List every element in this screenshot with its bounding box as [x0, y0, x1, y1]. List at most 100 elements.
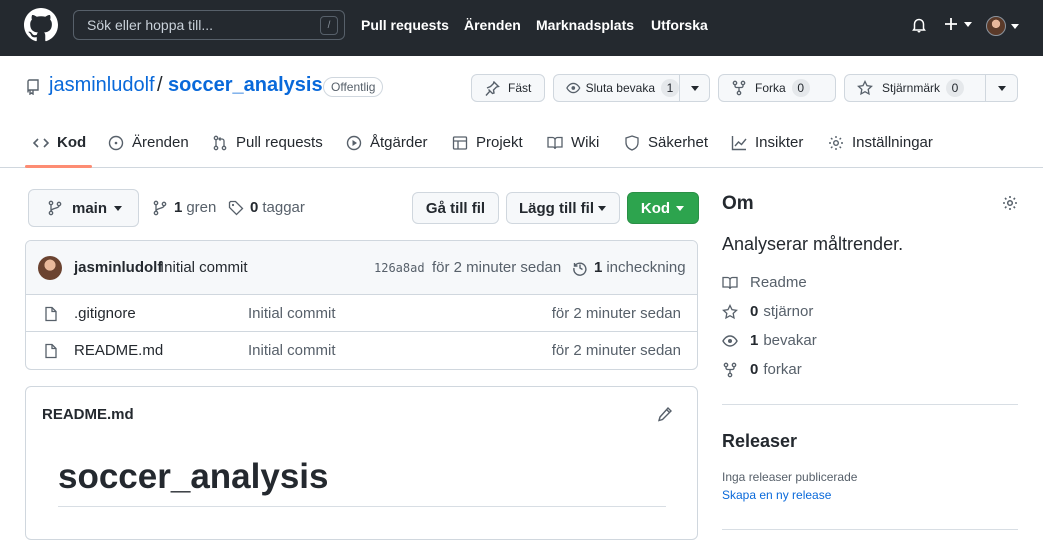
star-label: Stjärnmärk [882, 81, 941, 95]
code-button[interactable]: Kod [627, 192, 699, 224]
star-lists-dropdown[interactable] [985, 75, 1017, 101]
pin-label: Fäst [508, 81, 532, 95]
file-commit-message[interactable]: Initial commit [248, 342, 336, 359]
releases-heading[interactable]: Releaser [722, 431, 797, 452]
table-row[interactable]: README.md Initial commit för 2 minuter s… [26, 332, 697, 369]
tags-link[interactable]: 0 taggar [228, 199, 305, 216]
bell-icon[interactable] [911, 17, 927, 33]
git-branch-icon [153, 200, 167, 215]
forks-link[interactable]: 0 forkar [722, 361, 802, 378]
code-icon [33, 137, 49, 148]
visibility-badge: Offentlig [323, 77, 384, 97]
gear-icon[interactable] [1002, 195, 1018, 211]
tab-insights[interactable]: Insikter [731, 134, 803, 151]
tab-wiki[interactable]: Wiki [547, 134, 599, 151]
tags-label: taggar [262, 199, 305, 216]
readme-filename[interactable]: README.md [42, 406, 134, 423]
file-commit-time: för 2 minuter sedan [551, 342, 681, 359]
watch-dropdown[interactable] [679, 75, 709, 101]
create-new-menu[interactable] [944, 17, 973, 31]
search-shortcut-key: / [320, 16, 338, 35]
tab-code[interactable]: Kod [33, 134, 86, 151]
active-tab-underline [25, 165, 92, 168]
nav-pull-requests[interactable]: Pull requests [361, 17, 449, 33]
watchers-link[interactable]: 1 bevakar [722, 332, 817, 349]
avatar [986, 16, 1006, 36]
divider [58, 506, 666, 507]
latest-commit-bar: jasminludolf Initial commit 126a8ad för … [26, 241, 697, 295]
search-input[interactable]: Sök eller hoppa till... / [73, 10, 345, 40]
user-menu[interactable] [986, 16, 1020, 36]
tab-security[interactable]: Säkerhet [624, 134, 708, 151]
table-row[interactable]: .gitignore Initial commit för 2 minuter … [26, 295, 697, 332]
fork-button[interactable]: Forka 0 [718, 74, 836, 102]
file-icon [45, 306, 57, 322]
fork-count: 0 [791, 79, 810, 97]
shield-icon [625, 134, 639, 151]
about-heading: Om [722, 193, 754, 214]
fork-label: Forka [755, 81, 786, 95]
create-release-link[interactable]: Skapa en ny release [722, 488, 831, 502]
star-button[interactable]: Stjärnmärk 0 [844, 74, 1018, 102]
graph-icon [731, 135, 747, 150]
readme-link[interactable]: Readme [722, 274, 807, 291]
nav-explore[interactable]: Utforska [651, 17, 708, 33]
add-file-label: Lägg till fil [519, 199, 594, 217]
github-logo-icon[interactable] [24, 8, 58, 42]
commits-count: 1 [594, 259, 603, 276]
watchers-count: 1 [750, 332, 759, 349]
stars-count: 0 [750, 303, 759, 320]
branch-selector[interactable]: main [28, 189, 139, 227]
book-icon [547, 136, 563, 149]
tab-issues[interactable]: Ärenden [108, 134, 189, 151]
commits-label: incheckning [606, 259, 686, 276]
branches-link[interactable]: 1 gren [152, 199, 216, 216]
nav-marketplace[interactable]: Marknadsplats [536, 17, 634, 33]
issue-icon [108, 135, 124, 150]
caret-down-icon [690, 86, 699, 91]
branch-name: main [72, 199, 108, 217]
file-name[interactable]: .gitignore [74, 305, 136, 322]
caret-down-icon [114, 206, 123, 211]
pull-request-icon [213, 135, 227, 150]
forks-count: 0 [750, 361, 759, 378]
pin-icon [485, 81, 500, 96]
tab-settings[interactable]: Inställningar [828, 134, 933, 151]
watchers-label: bevakar [763, 332, 817, 349]
caret-down-icon [598, 206, 606, 211]
tab-projects[interactable]: Projekt [452, 134, 523, 151]
tab-pull-requests[interactable]: Pull requests [212, 134, 323, 151]
avatar[interactable] [38, 256, 62, 280]
file-list: jasminludolf Initial commit 126a8ad för … [25, 240, 698, 370]
watch-button[interactable]: Sluta bevaka 1 [553, 74, 710, 102]
star-count: 0 [946, 79, 965, 97]
pin-button[interactable]: Fäst [471, 74, 545, 102]
stars-label: stjärnor [763, 303, 814, 320]
global-header: Sök eller hoppa till... / Pull requests … [0, 0, 1043, 56]
stars-link[interactable]: 0 stjärnor [722, 303, 813, 320]
file-commit-message[interactable]: Initial commit [248, 305, 336, 322]
repo-name-link[interactable]: soccer_analysis [168, 74, 323, 97]
branches-label: gren [186, 199, 217, 216]
watch-label: Sluta bevaka [585, 81, 655, 95]
go-to-file-button[interactable]: Gå till fil [412, 192, 499, 224]
tab-actions[interactable]: Åtgärder [346, 134, 428, 151]
repo-tabs: Kod Ärenden Pull requests Åtgärder Proje… [0, 120, 1043, 168]
nav-issues[interactable]: Ärenden [464, 17, 521, 33]
commit-sha[interactable]: 126a8ad [374, 261, 425, 275]
triangle-down-icon [997, 86, 1006, 91]
book-icon [722, 276, 738, 289]
readme-heading: soccer_analysis [58, 457, 329, 496]
commits-link[interactable]: 1 incheckning [572, 259, 686, 276]
add-file-button[interactable]: Lägg till fil [506, 192, 620, 224]
tab-label: Åtgärder [370, 134, 428, 151]
no-releases-text: Inga releaser publicerade [722, 470, 858, 484]
file-name[interactable]: README.md [74, 342, 163, 359]
repo-owner-link[interactable]: jasminludolf [49, 74, 155, 97]
star-icon [722, 303, 738, 319]
pencil-icon[interactable] [657, 406, 673, 422]
commit-message[interactable]: Initial commit [160, 259, 248, 276]
repo-description: Analyserar måltrender. [722, 234, 904, 254]
plus-icon [945, 18, 957, 30]
commit-author[interactable]: jasminludolf [74, 259, 162, 276]
